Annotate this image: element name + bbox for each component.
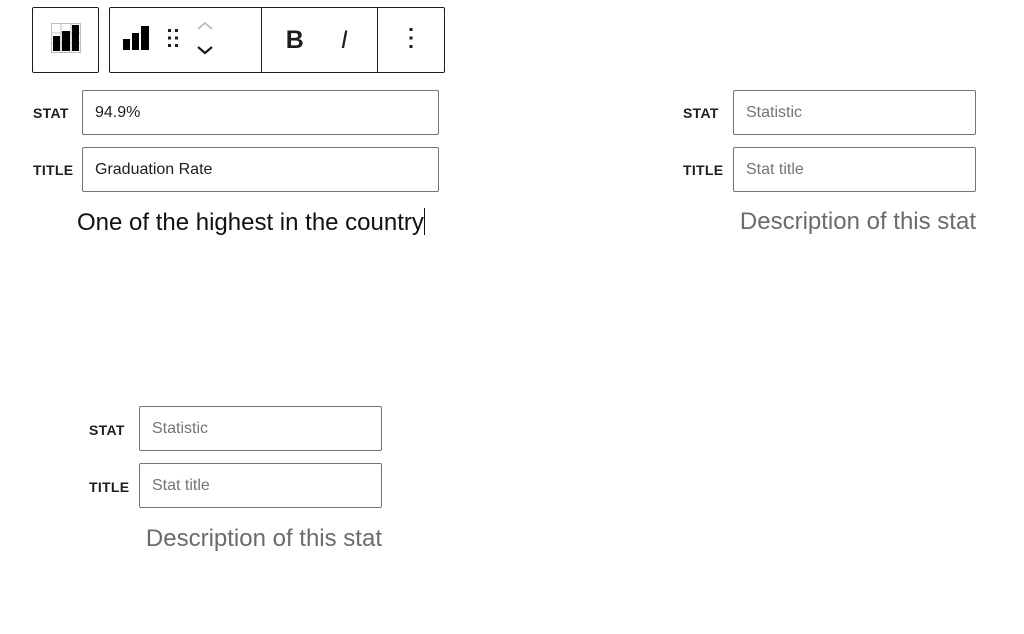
more-vertical-icon [408, 26, 414, 55]
italic-button[interactable]: I [326, 26, 362, 55]
stat-label: STAT [89, 422, 125, 438]
stat-input[interactable] [139, 406, 382, 451]
title-label: TITLE [33, 162, 74, 178]
block-toolbar: B I [109, 7, 445, 73]
drag-handle-icon [166, 27, 180, 54]
description-field[interactable]: Description of this stat [740, 208, 976, 236]
title-input[interactable] [139, 463, 382, 508]
title-input[interactable] [733, 147, 976, 192]
description-text: One of the highest in the country [77, 209, 424, 236]
chevron-down-icon [196, 43, 214, 61]
more-options-button[interactable] [408, 26, 414, 55]
move-up-button[interactable] [196, 19, 214, 37]
block-movers [196, 19, 214, 61]
title-label: TITLE [683, 162, 724, 178]
block-switcher-button[interactable] [32, 7, 99, 73]
stat-input[interactable] [733, 90, 976, 135]
format-group: B I [261, 8, 377, 72]
stat-label: STAT [683, 105, 719, 121]
title-label: TITLE [89, 479, 130, 495]
text-cursor [423, 208, 426, 235]
drag-handle[interactable] [166, 27, 180, 54]
bold-button[interactable]: B [277, 26, 313, 55]
block-type-button[interactable] [122, 25, 150, 56]
block-controls-group [110, 8, 261, 72]
options-group [377, 8, 444, 72]
stat-input[interactable] [82, 90, 439, 135]
description-field[interactable]: Description of this stat [146, 525, 382, 553]
chevron-up-icon [196, 19, 214, 37]
move-down-button[interactable] [196, 43, 214, 61]
description-field[interactable]: One of the highest in the country [77, 208, 426, 237]
stat-label: STAT [33, 105, 69, 121]
stats-grid-chart-icon [50, 22, 82, 59]
title-input[interactable] [82, 147, 439, 192]
bar-chart-icon [122, 25, 150, 56]
